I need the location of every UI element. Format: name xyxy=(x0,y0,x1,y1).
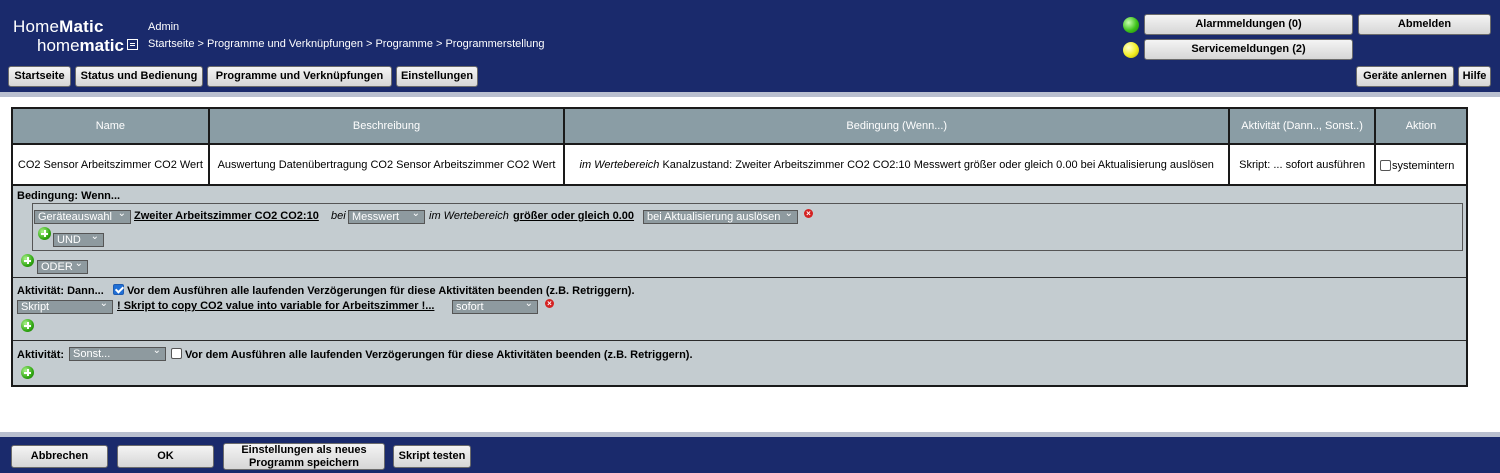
column-header-action: Aktion xyxy=(1374,107,1468,145)
condition-value-select[interactable]: Messwert xyxy=(348,208,425,224)
else-title: Aktivität: xyxy=(17,349,65,361)
condition-device-link[interactable]: Zweiter Arbeitszimmer CO2 CO2:10 xyxy=(134,210,319,222)
else-section: Aktivität: Sonst... Vor dem Ausführen al… xyxy=(13,341,1466,387)
program-editor-panel: Bedingung: Wenn... Geräteauswahl Zweiter… xyxy=(11,184,1468,387)
then-type-select[interactable]: Skript xyxy=(17,298,113,314)
save-as-new-label-line2: Programm speichern xyxy=(248,456,360,469)
help-button[interactable]: Hilfe xyxy=(1458,66,1491,87)
logo-homematic-small: homematic xyxy=(37,36,138,56)
condition-type-select[interactable]: Geräteauswahl xyxy=(34,208,131,224)
add-else-activity-icon[interactable] xyxy=(21,366,34,379)
else-stop-delays-checkbox[interactable] xyxy=(171,348,182,359)
breadcrumb: Startseite > Programme und Verknüpfungen… xyxy=(148,38,545,50)
test-script-button[interactable]: Skript testen xyxy=(393,445,471,468)
add-then-activity-icon[interactable] xyxy=(21,319,34,332)
teach-devices-button[interactable]: Geräte anlernen xyxy=(1356,66,1454,87)
nav-settings-button[interactable]: Einstellungen xyxy=(396,66,478,87)
condition-title: Bedingung: Wenn... xyxy=(17,190,121,202)
add-and-condition-icon[interactable] xyxy=(38,227,51,240)
logout-button[interactable]: Abmelden xyxy=(1358,14,1491,35)
save-as-new-program-button[interactable]: Einstellungen als neues Programm speiche… xyxy=(223,443,385,470)
condition-italic-text: im Wertebereich xyxy=(579,158,660,171)
then-timing-select[interactable]: sofort xyxy=(452,298,538,314)
word-bei: bei xyxy=(331,210,346,222)
footer-bar: Abbrechen OK Einstellungen als neues Pro… xyxy=(0,437,1500,473)
column-header-name: Name xyxy=(11,107,210,145)
condition-text: Kanalzustand: Zweiter Arbeitszimmer CO2 … xyxy=(659,158,1214,171)
systemintern-label: systemintern xyxy=(1392,159,1455,172)
condition-trigger-select[interactable]: bei Aktualisierung auslösen xyxy=(643,208,798,224)
header-bar: HomeMatic homematic Admin Startseite > P… xyxy=(0,0,1500,92)
user-name: Admin xyxy=(148,21,180,33)
then-script-link[interactable]: ! Skript to copy CO2 value into variable… xyxy=(117,300,434,312)
nav-programs-button[interactable]: Programme und Verknüpfungen xyxy=(207,66,392,87)
logo-homematic: HomeMatic xyxy=(13,17,104,36)
column-header-description: Beschreibung xyxy=(207,107,566,145)
alarm-status-led-icon xyxy=(1123,17,1139,33)
condition-group-box: Geräteauswahl Zweiter Arbeitszimmer CO2 … xyxy=(32,203,1463,251)
program-description-cell[interactable]: Auswertung Datenübertragung CO2 Sensor A… xyxy=(207,143,566,186)
or-operator-select[interactable]: ODER xyxy=(37,258,88,274)
column-header-activity: Aktivität (Dann.., Sonst..) xyxy=(1228,107,1376,145)
then-stop-delays-label: Vor dem Ausführen alle laufenden Verzöge… xyxy=(127,285,635,297)
save-as-new-label-line1: Einstellungen als neues xyxy=(241,443,367,456)
add-or-condition-icon[interactable] xyxy=(21,254,34,267)
cancel-button[interactable]: Abbrechen xyxy=(11,445,108,468)
else-stop-delays-label: Vor dem Ausführen alle laufenden Verzöge… xyxy=(185,349,693,361)
service-status-led-icon xyxy=(1123,42,1139,58)
program-name-cell[interactable]: CO2 Sensor Arbeitszimmer CO2 Wert xyxy=(11,143,210,186)
program-table: Name Beschreibung Bedingung (Wenn...) Ak… xyxy=(11,107,1468,186)
and-operator-select[interactable]: UND xyxy=(53,231,104,247)
service-messages-button[interactable]: Servicemeldungen (2) xyxy=(1144,39,1353,60)
remove-condition-icon[interactable]: × xyxy=(804,209,813,218)
logo-box-icon xyxy=(126,39,138,50)
table-row: CO2 Sensor Arbeitszimmer CO2 Wert Auswer… xyxy=(11,143,1468,186)
condition-operator-link[interactable]: größer oder gleich 0.00 xyxy=(513,210,634,222)
then-section: Aktivität: Dann... Vor dem Ausführen all… xyxy=(13,278,1466,341)
else-select[interactable]: Sonst... xyxy=(69,345,166,361)
column-header-condition: Bedingung (Wenn...) xyxy=(563,107,1231,145)
program-activity-cell: Skript: ... sofort ausführen xyxy=(1228,143,1376,186)
remove-activity-icon[interactable]: × xyxy=(545,299,554,308)
table-header-row: Name Beschreibung Bedingung (Wenn...) Ak… xyxy=(11,107,1468,145)
condition-section: Bedingung: Wenn... Geräteauswahl Zweiter… xyxy=(13,186,1466,278)
program-action-cell: systemintern xyxy=(1374,143,1468,186)
nav-status-button[interactable]: Status und Bedienung xyxy=(75,66,203,87)
header-separator xyxy=(0,92,1500,97)
alarm-messages-button[interactable]: Alarmmeldungen (0) xyxy=(1144,14,1353,35)
systemintern-checkbox[interactable] xyxy=(1380,159,1391,171)
then-stop-delays-checkbox[interactable] xyxy=(113,284,124,295)
then-title: Aktivität: Dann... xyxy=(17,285,104,297)
ok-button[interactable]: OK xyxy=(117,445,214,468)
word-value-range: im Wertebereich xyxy=(429,210,509,222)
nav-start-button[interactable]: Startseite xyxy=(8,66,71,87)
program-condition-cell: im Wertebereich Kanalzustand: Zweiter Ar… xyxy=(563,143,1231,186)
